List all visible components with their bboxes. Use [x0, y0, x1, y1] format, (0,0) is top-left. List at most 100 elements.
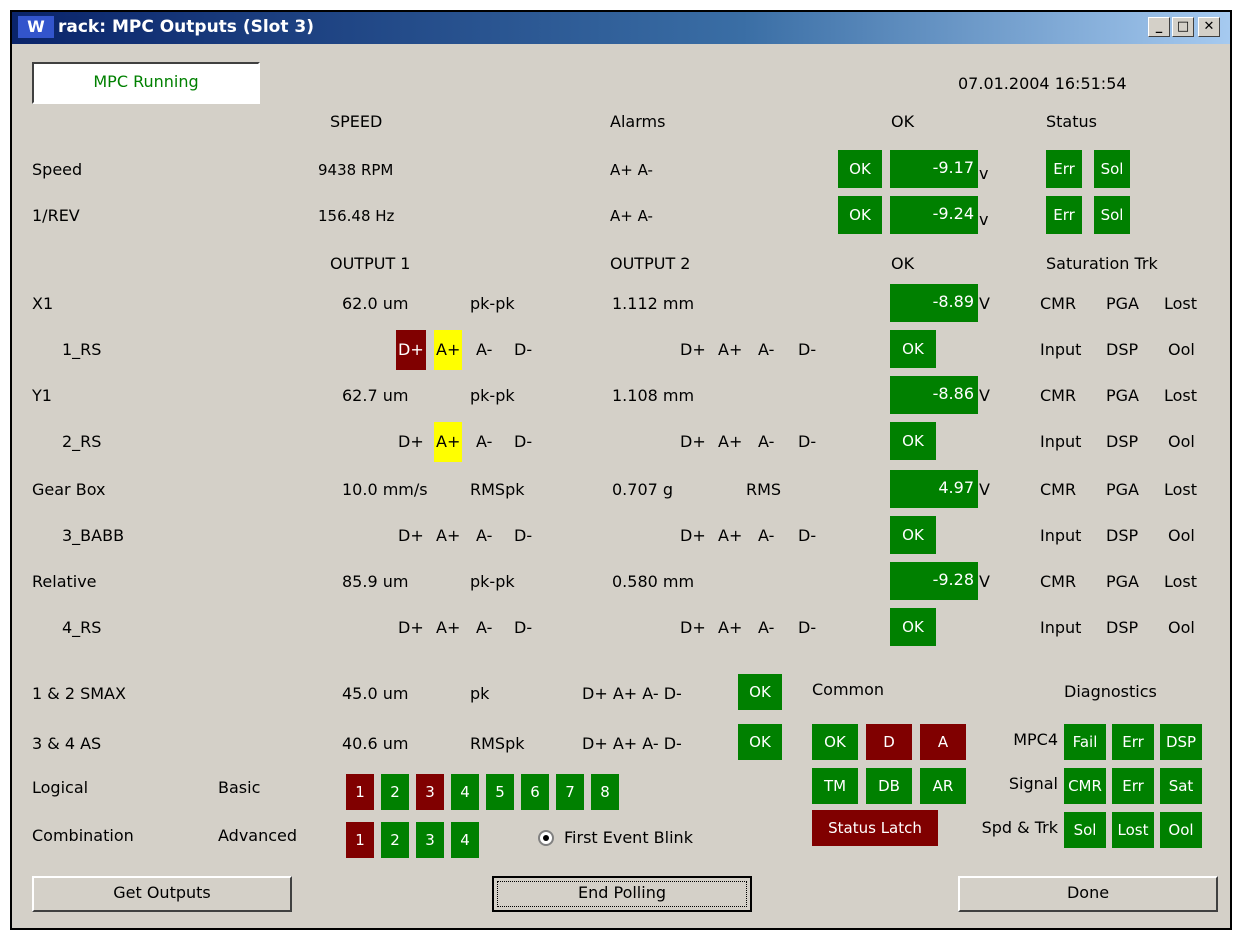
- advanced-logic-indicator: 4: [451, 822, 479, 858]
- smax-label: 1 & 2 SMAX: [32, 684, 126, 703]
- channel-ool: Ool: [1168, 432, 1195, 451]
- output1-alarm-flag: A-: [476, 340, 493, 359]
- output2-alarm-flag: D+: [680, 526, 706, 545]
- done-button[interactable]: Done: [958, 876, 1218, 912]
- rev-voltage: -9.24: [890, 196, 978, 234]
- speed-ok-indicator: OK: [838, 150, 882, 188]
- get-outputs-button[interactable]: Get Outputs: [32, 876, 292, 912]
- common-indicator: OK: [812, 724, 858, 760]
- rev-voltage-unit: v: [979, 210, 989, 229]
- channel-output2-value: 1.108 mm: [612, 386, 695, 405]
- channel-output1-type: pk-pk: [470, 294, 515, 313]
- common-title: Common: [812, 680, 885, 699]
- rev-sol-indicator: Sol: [1094, 196, 1130, 234]
- header-ok: OK: [891, 112, 915, 131]
- rev-value: 156.48 Hz: [318, 207, 395, 225]
- channel-lost: Lost: [1164, 572, 1198, 591]
- channel-output1-type: pk-pk: [470, 572, 515, 591]
- diagnostics-row-label: Signal: [1008, 774, 1058, 793]
- diagnostics-indicator: Sat: [1160, 768, 1202, 804]
- output1-alarm-flag: A-: [476, 432, 493, 451]
- basic-logic-indicator: 4: [451, 774, 479, 810]
- channel-sensor: 1_RS: [62, 340, 102, 359]
- output2-alarm-flag: D-: [798, 526, 817, 545]
- channel-output2-value: 1.112 mm: [612, 294, 695, 313]
- diagnostics-indicator: Fail: [1064, 724, 1106, 760]
- channel-pga: PGA: [1106, 386, 1139, 405]
- header-status: Status: [1046, 112, 1097, 131]
- output2-alarm-flag: D+: [680, 432, 706, 451]
- channel-ool: Ool: [1168, 526, 1195, 545]
- output2-alarm-flag: A-: [758, 340, 775, 359]
- channel-output2-type: RMS: [746, 480, 782, 499]
- channel-output2-value: 0.580 mm: [612, 572, 695, 591]
- channel-name: X1: [32, 294, 54, 313]
- channel-output1-type: pk-pk: [470, 386, 515, 405]
- channel-input: Input: [1040, 618, 1082, 637]
- channel-lost: Lost: [1164, 386, 1198, 405]
- channel-sensor: 3_BABB: [62, 526, 125, 545]
- common-indicator: DB: [866, 768, 912, 804]
- smax-value: 45.0 um: [342, 684, 409, 703]
- status-indicator: MPC Running: [32, 62, 260, 104]
- speed-err-indicator: Err: [1046, 150, 1082, 188]
- header-output1: OUTPUT 1: [330, 254, 411, 273]
- header-saturation-trk: Saturation Trk: [1046, 254, 1158, 273]
- output2-alarm-flag: A+: [718, 526, 743, 545]
- common-indicator: AR: [920, 768, 966, 804]
- first-event-blink-label[interactable]: First Event Blink: [564, 828, 693, 848]
- channel-name: Relative: [32, 572, 97, 591]
- header-alarms: Alarms: [610, 112, 666, 131]
- smax-type: pk: [470, 684, 490, 703]
- channel-pga: PGA: [1106, 572, 1139, 591]
- channel-name: Gear Box: [32, 480, 106, 499]
- basic-logic-indicator: 1: [346, 774, 374, 810]
- title-bar[interactable]: W rack: MPC Outputs (Slot 3) _ □ ✕: [12, 12, 1230, 44]
- channel-pga: PGA: [1106, 294, 1139, 313]
- as-label: 3 & 4 AS: [32, 734, 102, 753]
- end-polling-button[interactable]: End Polling: [492, 876, 752, 912]
- channel-name: Y1: [32, 386, 52, 405]
- channel-sensor: 4_RS: [62, 618, 102, 637]
- channel-output1-value: 85.9 um: [342, 572, 409, 591]
- rev-err-indicator: Err: [1046, 196, 1082, 234]
- advanced-label: Advanced: [218, 826, 298, 845]
- first-event-blink-radio[interactable]: [538, 830, 554, 846]
- output1-alarm-flag: A-: [476, 526, 493, 545]
- channel-voltage: -8.89: [890, 284, 978, 322]
- close-button[interactable]: ✕: [1198, 17, 1220, 37]
- advanced-logic-indicator: 1: [346, 822, 374, 858]
- channel-ool: Ool: [1168, 340, 1195, 359]
- channel-cmr: CMR: [1040, 480, 1077, 499]
- rev-ok-indicator: OK: [838, 196, 882, 234]
- channel-dsp: DSP: [1106, 618, 1139, 637]
- minimize-button[interactable]: _: [1148, 17, 1170, 37]
- basic-label: Basic: [218, 778, 261, 797]
- output2-alarm-flag: D+: [680, 618, 706, 637]
- speed-alarms: A+ A-: [610, 161, 653, 179]
- output1-alarm-flag: D+: [398, 618, 424, 637]
- output2-alarm-flag: D-: [798, 340, 817, 359]
- output2-alarm-flag: D-: [798, 618, 817, 637]
- smax-alarms: D+ A+ A- D-: [582, 684, 682, 703]
- diagnostics-indicator: Ool: [1160, 812, 1202, 848]
- channel-ok-indicator: OK: [890, 330, 936, 368]
- channel-voltage: 4.97: [890, 470, 978, 508]
- channel-cmr: CMR: [1040, 294, 1077, 313]
- as-type: RMSpk: [470, 734, 525, 753]
- output2-alarm-flag: A-: [758, 526, 775, 545]
- channel-ool: Ool: [1168, 618, 1195, 637]
- combination-label: Combination: [32, 826, 134, 845]
- output1-alarm-flag: D-: [514, 432, 533, 451]
- logical-label: Logical: [32, 778, 89, 797]
- output1-alarm-flag: A+: [434, 422, 463, 462]
- output1-alarm-flag: A+: [434, 330, 463, 370]
- channel-output1-value: 10.0 mm/s: [342, 480, 428, 499]
- basic-logic-indicator: 8: [591, 774, 619, 810]
- maximize-button[interactable]: □: [1172, 17, 1194, 37]
- channel-lost: Lost: [1164, 294, 1198, 313]
- output2-alarm-flag: A+: [718, 618, 743, 637]
- as-ok-indicator: OK: [738, 724, 782, 760]
- channel-ok-indicator: OK: [890, 608, 936, 646]
- rev-label: 1/REV: [32, 206, 80, 225]
